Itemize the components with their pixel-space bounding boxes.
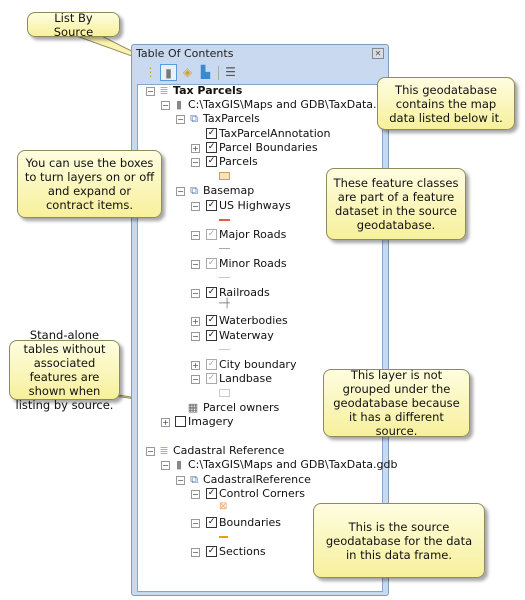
feature-dataset-icon: ⧉ [190,473,198,486]
line-symbol [219,536,228,538]
layers-tree-icon: ⋮ [144,65,157,79]
collapse-icon[interactable]: − [191,202,200,211]
expand-icon[interactable]: + [191,144,200,153]
visibility-checkbox[interactable]: ✓ [206,287,217,298]
line-symbol [219,277,230,278]
visibility-checkbox[interactable]: ✓ [206,359,217,370]
window-title: Table Of Contents [136,47,234,60]
layer-stack-icon: ◈ [182,65,193,79]
item-label: Railroads [219,286,270,299]
item-label: CadastralReference [203,473,311,486]
list-by-selection-button[interactable]: ▙ [197,64,214,81]
close-icon[interactable]: ✕ [372,48,384,59]
item-label: City boundary [219,358,297,371]
expand-icon[interactable]: + [161,418,170,427]
item-label: Cadastral Reference [173,444,285,457]
item-label: Tax Parcels [173,84,243,97]
visibility-checkbox[interactable]: ✓ [206,546,217,557]
item-label: TaxParcelAnnotation [219,127,331,140]
feature-dataset-icon: ⧉ [190,184,198,197]
item-label: Parcels [219,155,258,168]
visibility-checkbox[interactable] [175,416,186,427]
item-label: Basemap [203,184,255,197]
collapse-icon[interactable]: − [161,101,170,110]
callout-not-grouped: This layer is not grouped under the geod… [323,368,470,438]
list-by-visibility-button[interactable]: ◈ [179,64,196,81]
database-icon: ▮ [165,66,172,80]
item-label: Waterway [219,329,274,342]
callout-source-gdb: This is the source geodatabase for the d… [313,503,485,578]
callout-boxes: You can use the boxes to turn layers on … [17,150,162,218]
options-list-icon: ☰ [225,65,236,79]
collapse-icon[interactable]: − [191,231,200,240]
item-label: Boundaries [219,516,282,529]
visibility-checkbox[interactable]: ✓ [206,128,217,139]
visibility-checkbox[interactable]: ✓ [206,258,217,269]
list-by-source-button[interactable]: ▮ [160,64,177,81]
collapse-icon[interactable]: − [146,447,155,456]
item-label: Parcel Boundaries [219,141,318,154]
line-symbol [219,248,230,249]
collapse-icon[interactable]: − [161,461,170,470]
polygon-symbol [219,389,230,397]
item-label: Landbase [219,372,273,385]
collapse-icon[interactable]: − [191,260,200,269]
collapse-icon[interactable]: − [146,87,155,96]
item-label: TaxParcels [203,112,260,125]
collapse-icon[interactable]: − [176,115,185,124]
visibility-checkbox[interactable]: ✓ [206,156,217,167]
toolbar-separator [218,66,219,80]
item-label: Parcel owners [203,401,280,414]
visibility-checkbox[interactable]: ✓ [206,517,217,528]
callout-list-by-source: List By Source [27,11,120,39]
data-frame-icon: ≣ [159,444,169,457]
item-label: Major Roads [219,228,287,241]
toolbar: ⋮ ▮ ◈ ▙ ☰ [136,63,384,83]
data-frame-icon: ≣ [159,84,169,97]
item-label: Sections [219,545,266,558]
visibility-checkbox[interactable]: ✓ [206,142,217,153]
item-label: C:\TaxGIS\Maps and GDB\TaxData.gdb [188,98,398,111]
point-symbol: ⊠ [219,501,228,512]
options-button[interactable]: ☰ [222,64,239,81]
item-label: Control Corners [219,487,305,500]
visibility-checkbox[interactable]: ✓ [206,200,217,211]
expand-icon[interactable]: + [191,361,200,370]
visibility-checkbox[interactable]: ✓ [206,488,217,499]
collapse-icon[interactable]: − [191,332,200,341]
callout-feature-classes: These feature classes are part of a feat… [326,168,466,240]
line-symbol [219,219,230,221]
callout-standalone: Stand-alone tables without associated fe… [9,328,120,412]
item-label: Imagery [188,415,234,428]
collapse-icon[interactable]: − [191,490,200,499]
visibility-checkbox[interactable]: ✓ [206,330,217,341]
collapse-icon[interactable]: − [191,548,200,557]
railroad-symbol: ─┼ [219,299,230,309]
geodatabase-icon: ▮ [175,98,183,111]
table-icon: ▦ [187,401,199,414]
geodatabase-icon: ▮ [175,458,183,471]
collapse-icon[interactable]: − [191,158,200,167]
collapse-icon[interactable]: − [176,187,185,196]
collapse-icon[interactable]: − [191,375,200,384]
collapse-icon[interactable]: − [191,289,200,298]
collapse-icon[interactable]: − [176,476,185,485]
visibility-checkbox[interactable]: ✓ [206,229,217,240]
selection-icon: ▙ [200,65,211,79]
list-by-drawing-order-button[interactable]: ⋮ [142,64,159,81]
callout-geodatabase: This geodatabase contains the map data l… [377,77,515,130]
polygon-symbol [219,172,230,180]
collapse-icon[interactable]: − [191,519,200,528]
item-label: Waterbodies [219,314,288,327]
item-label: C:\TaxGIS\Maps and GDB\TaxData.gdb [188,458,398,471]
item-label: US Highways [219,199,291,212]
expand-icon[interactable]: + [191,317,200,326]
line-symbol [219,349,230,350]
visibility-checkbox[interactable]: ✓ [206,315,217,326]
feature-dataset-icon: ⧉ [190,112,198,125]
item-label: Minor Roads [219,257,287,270]
visibility-checkbox[interactable]: ✓ [206,373,217,384]
